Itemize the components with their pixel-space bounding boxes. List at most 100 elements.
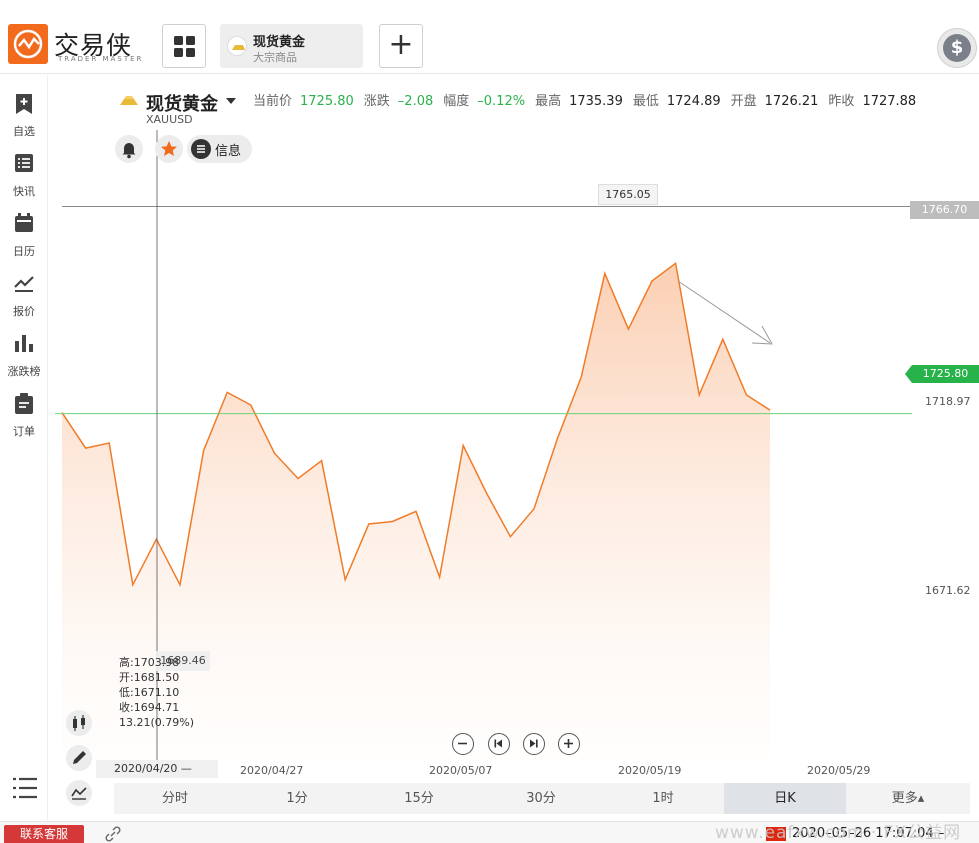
crosshair-date-box: 2020/04/20 — [96, 760, 218, 778]
sidebar-item-label: 涨跌榜 [7, 365, 41, 378]
zoom-out-button[interactable] [452, 733, 474, 755]
period-tab[interactable]: 15分 [358, 783, 480, 814]
x-tick-label: 2020/05/07 [429, 764, 493, 777]
clipboard-icon [15, 393, 33, 414]
x-tick-label: 2020/05/19 [618, 764, 682, 777]
calendar-icon [15, 213, 33, 232]
indicator-button[interactable] [66, 780, 92, 806]
gold-bar-icon [120, 96, 138, 105]
news-list-icon [15, 154, 33, 172]
pct-value: –0.12% [477, 94, 526, 109]
ohlc-open: 开:1681.50 [119, 671, 180, 684]
period-tab[interactable]: 分时 [114, 783, 236, 814]
trend-arrow-head [751, 325, 773, 345]
open-value: 1726.21 [764, 94, 819, 109]
period-tab-active[interactable]: 日K [724, 783, 846, 814]
app-window: 交易侠 TRADER MASTER 现货黄金 大宗商品 + $ 自选 快讯 日历… [0, 0, 979, 843]
period-tab[interactable]: 1分 [236, 783, 358, 814]
logo-mark-icon [8, 24, 48, 64]
x-tick-label: 2020/04/27 [240, 764, 304, 777]
trend-arrow-line [677, 280, 771, 344]
sidebar-item-label: 订单 [13, 425, 35, 438]
gold-bar-icon [227, 36, 247, 56]
left-sidebar: 自选 快讯 日历 报价 涨跌榜 订单 [0, 75, 48, 821]
customer-service-button[interactable]: 联系客服 [4, 825, 84, 843]
crosshair-price-tag: 1766.70 [910, 201, 979, 219]
low-value: 1724.89 [666, 94, 721, 109]
period-tab[interactable]: 1时 [602, 783, 724, 814]
high-value: 1735.39 [569, 94, 623, 109]
pct-label: 幅度 [443, 94, 470, 109]
logo-subtext: TRADER MASTER [58, 55, 144, 63]
sidebar-item-movers[interactable]: 涨跌榜 [0, 323, 48, 379]
ohlc-change: 13.21(0.79%) [119, 716, 195, 729]
candlestick-icon [73, 715, 85, 731]
menu-lines-icon [13, 777, 37, 799]
skip-back-icon [494, 739, 502, 748]
prev-close-value: 1727.88 [862, 94, 917, 109]
tab-subtitle: 大宗商品 [253, 51, 297, 64]
change-label: 涨跌 [363, 94, 390, 109]
sidebar-item-label: 日历 [13, 245, 35, 258]
instrument-tab-gold[interactable]: 现货黄金 大宗商品 [220, 24, 363, 68]
change-value: –2.08 [397, 94, 434, 109]
dollar-icon: $ [943, 34, 971, 62]
sidebar-item-orders[interactable]: 订单 [0, 383, 48, 439]
account-button[interactable]: $ [937, 28, 977, 68]
current-value: 1725.80 [300, 94, 354, 109]
scroll-start-button[interactable] [488, 733, 510, 755]
top-header: 交易侠 TRADER MASTER 现货黄金 大宗商品 + $ [0, 0, 979, 74]
plus-icon [564, 739, 573, 748]
ohlc-panel: 高:1703.98 开:1681.50 低:1671.10 收:1694.71 … [119, 655, 194, 730]
bar-chart-icon [15, 335, 33, 352]
sidebar-item-label: 报价 [13, 305, 35, 318]
zoom-in-button[interactable] [558, 733, 580, 755]
trend-line-icon [14, 276, 34, 292]
link-icon[interactable] [104, 825, 122, 843]
skip-forward-icon [530, 739, 538, 748]
current-price-tag: 1725.80 [905, 365, 979, 383]
alert-button[interactable] [115, 135, 143, 163]
info-button[interactable]: 信息 [187, 135, 252, 163]
info-list-icon [191, 139, 211, 159]
tab-title: 现货黄金 [253, 35, 306, 50]
sidebar-item-watchlist[interactable]: 自选 [0, 83, 48, 139]
ohlc-close: 收:1694.71 [119, 701, 180, 714]
star-icon [161, 141, 177, 156]
scroll-end-button[interactable] [523, 733, 545, 755]
y-tick-label: 1671.62 [925, 584, 971, 597]
indicator-line-icon [71, 787, 87, 800]
open-label: 开盘 [730, 94, 757, 109]
caret-down-icon[interactable] [226, 98, 236, 104]
menu-button[interactable] [12, 775, 38, 805]
period-more-button[interactable]: 更多▴ [846, 783, 970, 814]
period-tab[interactable]: 30分 [480, 783, 602, 814]
sidebar-item-quotes[interactable]: 报价 [0, 263, 48, 319]
candle-type-button[interactable] [66, 710, 92, 736]
sidebar-item-calendar[interactable]: 日历 [0, 203, 48, 259]
grid-icon [174, 36, 195, 57]
price-line [61, 261, 771, 588]
app-grid-button[interactable] [162, 24, 206, 68]
favorite-button[interactable] [155, 135, 183, 163]
watermark: www.eafxw.com · FX公益网 [715, 823, 962, 843]
y-tick-label: 1718.97 [925, 395, 971, 408]
instrument-code: XAUUSD [146, 113, 193, 126]
prev-close-label: 昨收 [828, 94, 855, 109]
add-tab-button[interactable]: + [379, 24, 423, 68]
x-tick-label: 2020/05/29 [807, 764, 871, 777]
high-label: 最高 [535, 94, 562, 109]
low-label: 最低 [632, 94, 659, 109]
sidebar-item-label: 快讯 [13, 185, 35, 198]
logo[interactable]: 交易侠 TRADER MASTER [8, 24, 153, 66]
pencil-icon [73, 751, 86, 764]
crosshair-price-tooltip: 1765.05 [598, 184, 658, 205]
quote-summary: 当前价 1725.80 涨跌 –2.08 幅度 –0.12% 最高 1735.39 最低 1724… [253, 90, 926, 109]
bell-icon [122, 143, 136, 159]
ohlc-low: 低:1671.10 [119, 686, 180, 699]
minus-icon [458, 742, 467, 745]
ohlc-high: 高:1703.98 [119, 656, 180, 669]
sidebar-item-news[interactable]: 快讯 [0, 143, 48, 199]
draw-tool-button[interactable] [66, 745, 92, 771]
info-label: 信息 [215, 144, 242, 159]
